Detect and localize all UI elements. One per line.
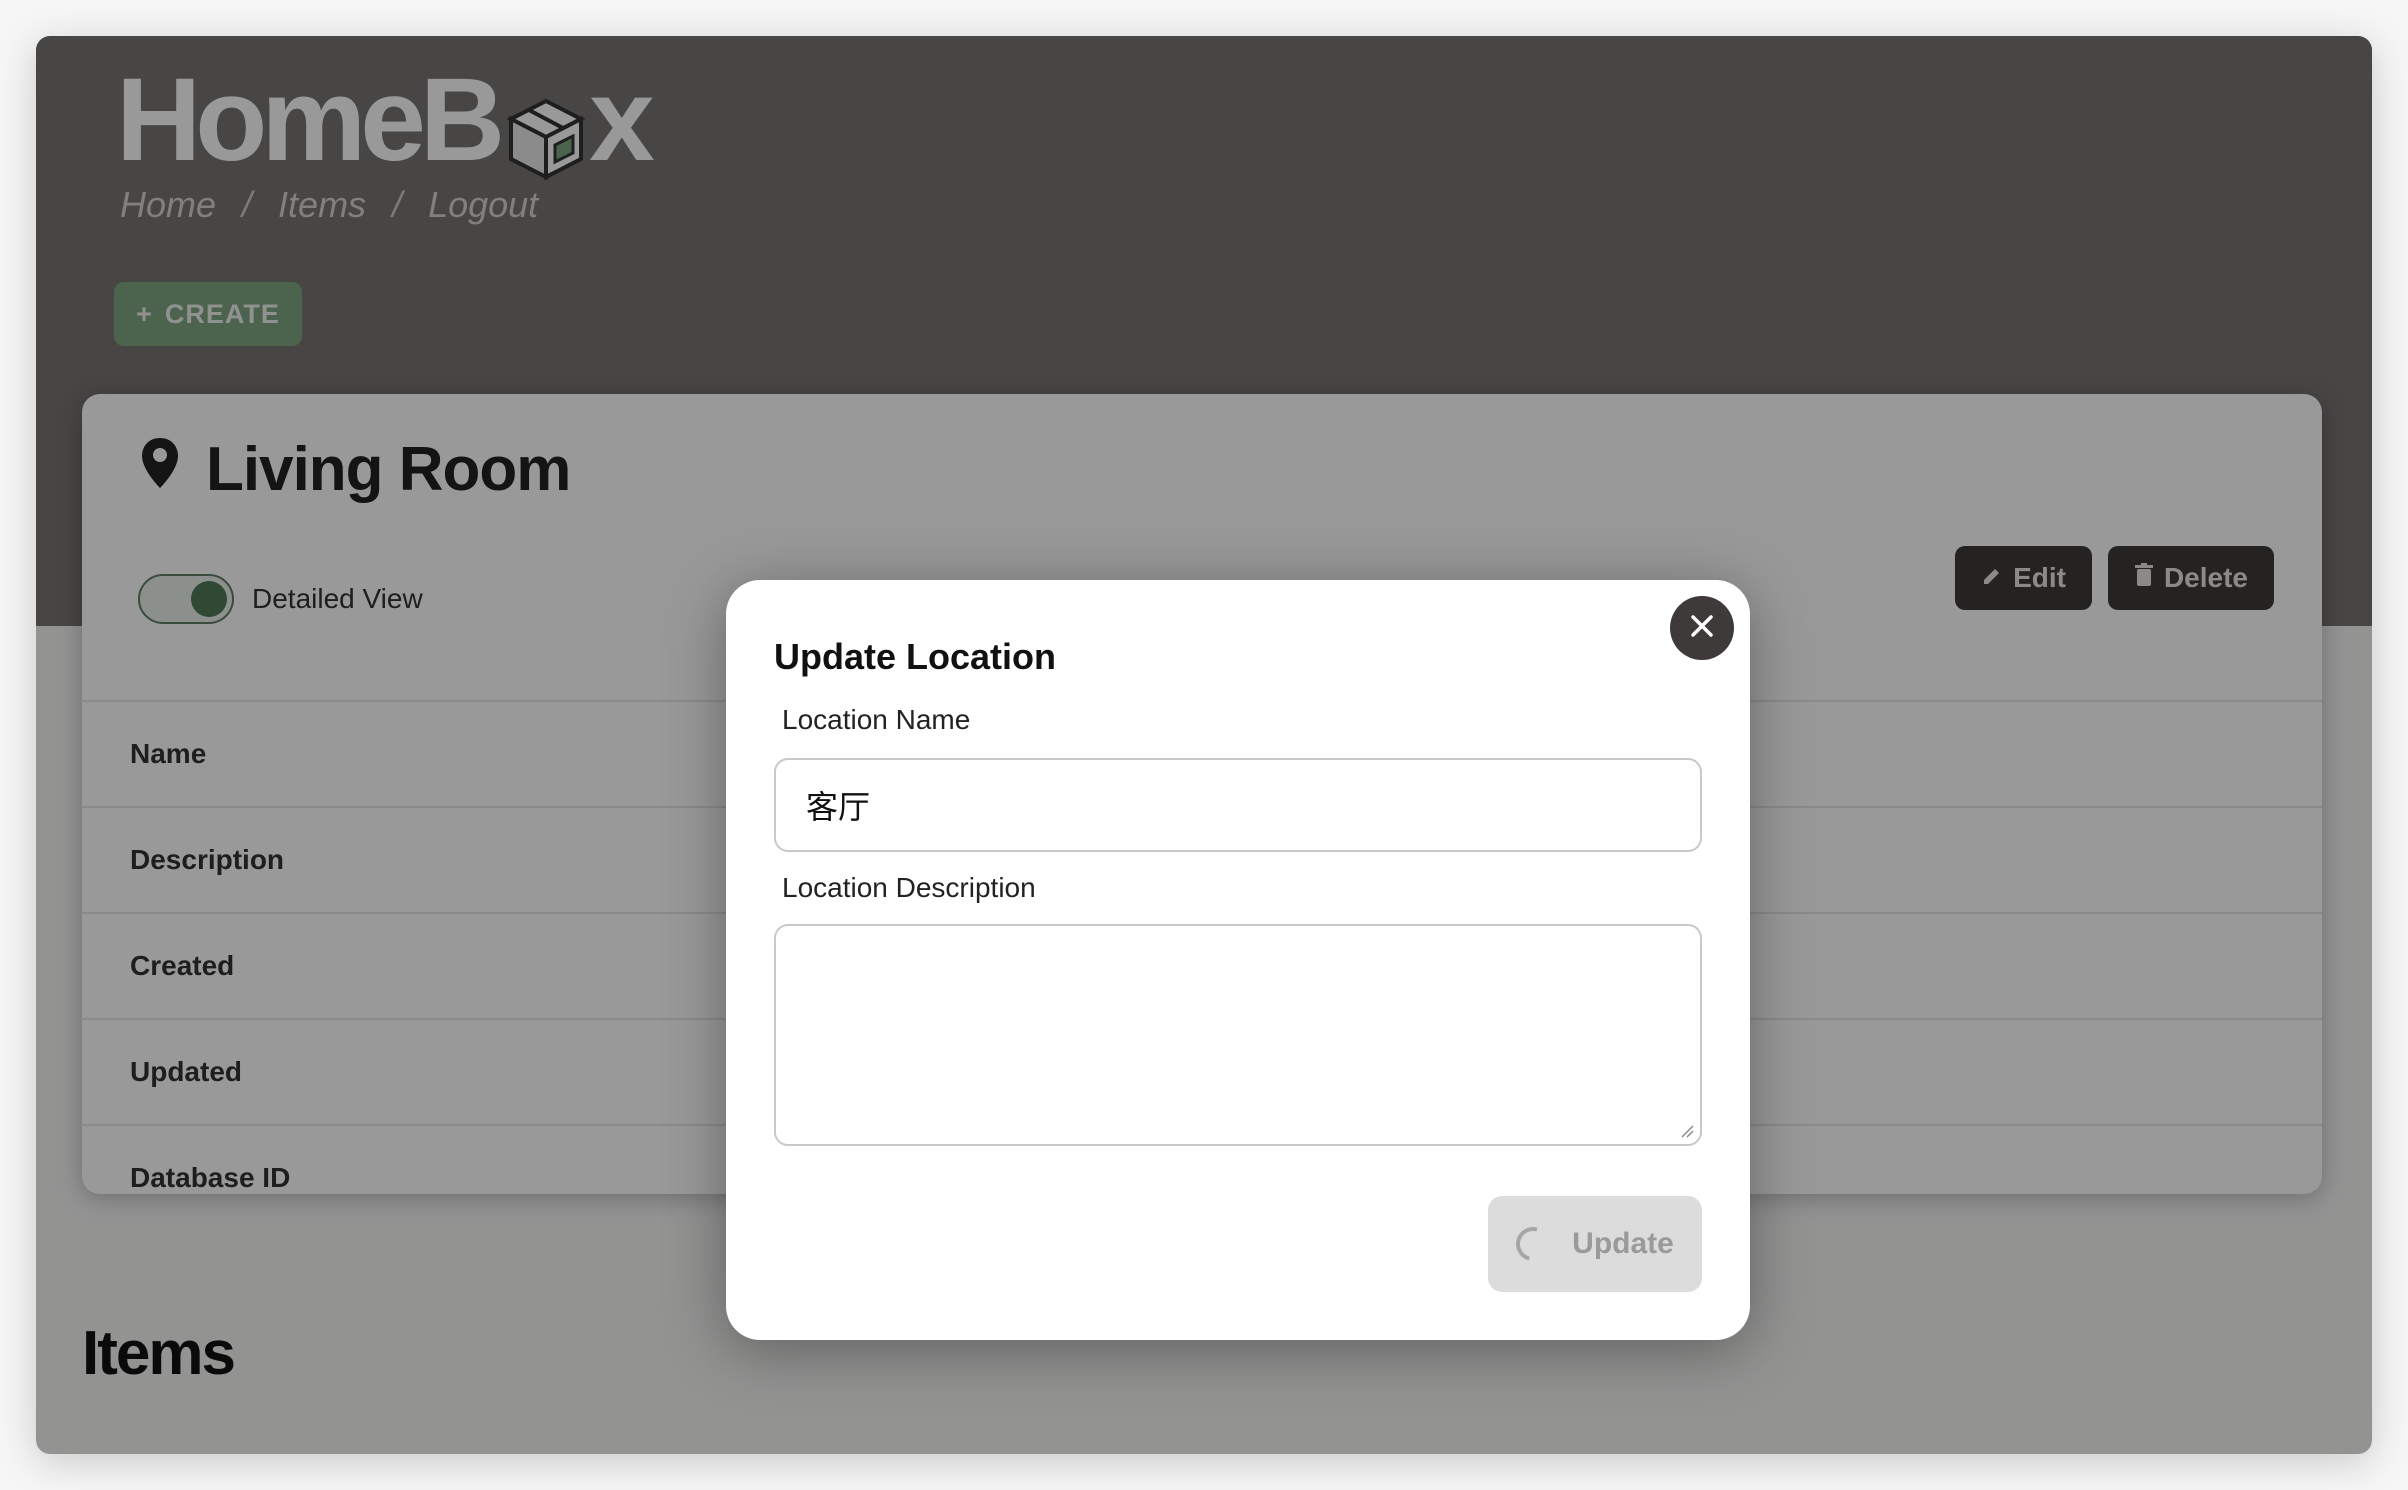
close-icon — [1689, 609, 1715, 648]
resize-handle-icon[interactable] — [1680, 1124, 1694, 1138]
location-name-label: Location Name — [782, 704, 971, 735]
location-description-label: Location Description — [782, 872, 1036, 903]
close-button[interactable] — [1670, 596, 1734, 660]
update-button-label: Update — [1572, 1227, 1674, 1260]
location-description-textarea[interactable] — [774, 924, 1702, 1146]
app-window: HomeB x Home / Items / Logout + CREATE L… — [36, 36, 2372, 1454]
update-location-modal: Update Location Location Name 客厅 Locatio… — [726, 580, 1750, 1340]
location-name-value: 客厅 — [806, 788, 871, 826]
loading-spinner-icon — [1509, 1220, 1557, 1268]
update-button[interactable]: Update — [1488, 1196, 1702, 1292]
location-name-input[interactable]: 客厅 — [774, 758, 1702, 852]
modal-title: Update Location — [774, 636, 1057, 677]
